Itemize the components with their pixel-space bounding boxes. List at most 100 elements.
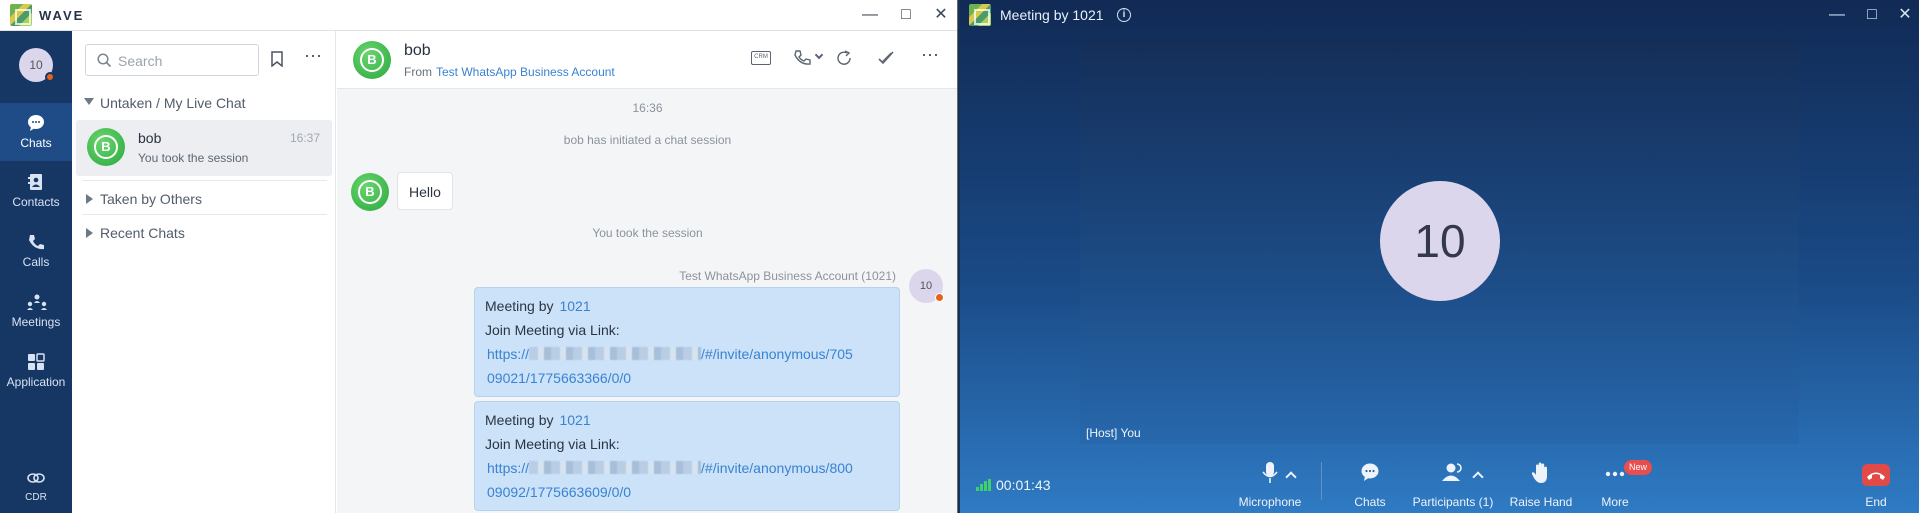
outgoing-message-bubble: Meeting by 1021 Join Meeting via Link: ht…	[474, 401, 900, 511]
new-badge: New	[1624, 460, 1653, 475]
microphone-icon	[1262, 462, 1278, 483]
nav-item-chats[interactable]: Chats	[0, 103, 72, 161]
chevron-right-icon	[86, 228, 93, 238]
conversation-time: 16:37	[289, 131, 320, 145]
cdr-icon	[27, 473, 45, 483]
user-avatar-initials: 10	[29, 58, 43, 72]
meeting-titlebar: Meeting by 1021 i — □ ✕	[960, 0, 1919, 31]
conversation-item-bob[interactable]: B bob 16:37 You took the session	[76, 120, 332, 176]
meeting-app-logo	[969, 4, 991, 26]
nav-item-calls[interactable]: Calls	[0, 222, 72, 280]
more-options-icon[interactable]: ⋯	[921, 45, 939, 66]
nav-item-label: Calls	[22, 255, 50, 269]
time-divider: 16:36	[632, 101, 663, 115]
wave-window: WAVE — □ ✕ 10 Chats Contacts Calls Meeti…	[0, 0, 958, 513]
bookmark-icon[interactable]	[271, 51, 283, 67]
minimize-icon[interactable]: —	[1822, 4, 1852, 26]
whatsapp-avatar-icon: B	[87, 128, 125, 166]
control-label: Raise Hand	[1509, 495, 1573, 509]
wave-logo	[10, 4, 32, 26]
incoming-message-bubble: Hello	[397, 172, 453, 210]
message-line: Join Meeting via Link:	[485, 322, 620, 338]
phone-icon	[29, 235, 44, 250]
crm-icon[interactable]: CRM	[751, 51, 771, 65]
control-label: Participants (1)	[1412, 495, 1494, 509]
nav-item-cdr[interactable]: CDR	[0, 459, 72, 513]
more-options-icon[interactable]: ⋯	[304, 46, 323, 67]
user-avatar[interactable]: 10	[19, 48, 55, 82]
message-line: Meeting by 1021	[485, 412, 591, 428]
close-icon[interactable]: ✕	[1890, 4, 1919, 26]
nav-item-label: Meetings	[11, 315, 61, 329]
participants-button[interactable]: Participants (1)	[1406, 462, 1500, 512]
end-session-check-icon[interactable]	[877, 49, 895, 67]
search-placeholder: Search	[118, 53, 163, 69]
chats-button[interactable]: Chats	[1348, 462, 1392, 512]
grid-icon	[28, 353, 45, 370]
nav-item-label: Chats	[20, 136, 52, 150]
maximize-icon[interactable]: □	[891, 4, 921, 26]
search-input[interactable]: Search	[85, 44, 259, 76]
raise-hand-button[interactable]: Raise Hand	[1503, 462, 1579, 512]
chat-contact-name: bob	[404, 42, 431, 59]
meetings-icon	[27, 294, 47, 310]
transfer-icon[interactable]	[835, 49, 853, 67]
signal-strength-icon	[976, 479, 991, 491]
wave-titlebar: WAVE — □ ✕	[0, 0, 957, 31]
chat-header: B bob From Test WhatsApp Business Account…	[337, 31, 957, 89]
contact-book-icon	[28, 174, 42, 190]
divider	[82, 214, 327, 215]
chevron-down-icon	[84, 98, 94, 105]
control-label: Microphone	[1238, 495, 1302, 509]
more-options-icon	[1605, 471, 1625, 477]
nav-item-contacts[interactable]: Contacts	[0, 162, 72, 220]
section-recent-chats[interactable]: Recent Chats	[72, 222, 336, 246]
chat-bubble-icon	[1361, 463, 1379, 481]
minimize-icon[interactable]: —	[855, 4, 885, 26]
search-icon	[97, 53, 112, 68]
hang-up-icon	[1867, 472, 1885, 480]
whatsapp-avatar-icon: B	[351, 173, 389, 211]
nav-item-label: Application	[6, 375, 66, 389]
maximize-icon[interactable]: □	[1857, 4, 1887, 26]
nav-item-meetings[interactable]: Meetings	[0, 282, 72, 340]
system-message-took: You took the session	[592, 226, 703, 240]
section-title: Taken by Others	[100, 191, 202, 207]
video-tile: 10 [Host] You	[1080, 39, 1799, 444]
system-message-initiated: bob has initiated a chat session	[563, 133, 732, 147]
redacted-host	[529, 461, 702, 474]
participants-icon	[1442, 463, 1462, 481]
nav-item-application[interactable]: Application	[0, 342, 72, 400]
chat-source-account-link[interactable]: Test WhatsApp Business Account	[436, 65, 615, 79]
conversation-preview: You took the session	[138, 151, 249, 165]
participant-avatar: 10	[1380, 181, 1500, 301]
nav-item-label: Contacts	[12, 195, 60, 209]
meeting-title: Meeting by 1021	[1000, 7, 1104, 23]
divider	[1321, 462, 1322, 500]
chevron-down-icon[interactable]	[814, 50, 824, 60]
meeting-link[interactable]: https:///#/invite/anonymous/800 09092/17…	[485, 456, 889, 504]
info-icon[interactable]: i	[1117, 8, 1131, 22]
presence-dot	[935, 293, 944, 302]
nav-item-label: CDR	[25, 492, 47, 503]
control-label: Chats	[1354, 495, 1386, 509]
conversation-name: bob	[138, 130, 162, 146]
host-label: [Host] You	[1086, 426, 1141, 440]
section-untaken[interactable]: Untaken / My Live Chat	[72, 92, 336, 116]
microphone-button[interactable]: Microphone	[1234, 462, 1306, 512]
meeting-link[interactable]: https:///#/invite/anonymous/705 09021/17…	[485, 342, 889, 390]
redacted-host	[529, 347, 702, 360]
presence-dot	[45, 72, 55, 82]
outgoing-sender-label: Test WhatsApp Business Account (1021)	[679, 269, 896, 283]
phone-icon[interactable]	[793, 49, 811, 67]
close-icon[interactable]: ✕	[926, 4, 956, 26]
chat-source: From Test WhatsApp Business Account	[404, 65, 615, 79]
end-call-button[interactable]	[1862, 464, 1890, 486]
message-line: Meeting by 1021	[485, 298, 591, 314]
message-line: Join Meeting via Link:	[485, 436, 620, 452]
agent-avatar: 10	[909, 269, 944, 303]
control-label: More	[1601, 495, 1629, 509]
end-call-label: End	[1865, 495, 1887, 509]
section-taken-by-others[interactable]: Taken by Others	[72, 188, 336, 212]
meeting-window: Meeting by 1021 i — □ ✕ 10 [Host] You 00…	[960, 0, 1919, 513]
